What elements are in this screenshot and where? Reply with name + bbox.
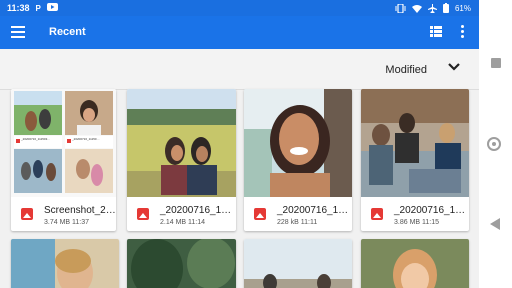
file-thumbnail [11,239,119,288]
status-time: 11:38 [7,3,30,13]
file-name: _20200716_1… [160,205,232,216]
p-icon: P [35,3,41,13]
file-name: _20200716_1… [394,205,466,216]
file-thumbnail [127,89,236,197]
file-meta: _20200716_1… 228 kB 11:11 [244,199,352,231]
file-card[interactable] [127,239,236,288]
file-info: 3.86 MB 11:15 [394,219,440,226]
file-card[interactable] [361,239,469,288]
list-view-icon[interactable] [430,26,442,37]
file-thumbnail: _20200716_111503… _20200716_11150… [11,89,116,197]
back-icon[interactable] [490,218,500,230]
recents-icon[interactable] [491,58,501,68]
image-file-icon [21,208,33,220]
sort-bar: Modified [0,49,479,90]
file-card[interactable]: _20200716_111503… _20200716_11150… Scree… [11,89,116,231]
home-icon[interactable] [487,137,501,151]
mini-file-label: _20200716_111503… [21,137,51,141]
file-card[interactable]: _20200716_1… 3.86 MB 11:15 [361,89,469,231]
app-bar: Recent [0,16,479,49]
battery-icon [442,3,449,13]
airplane-icon [427,3,437,13]
file-thumbnail [361,89,469,197]
file-info: 3.74 MB 11:37 [44,219,90,226]
image-file-icon [371,208,383,220]
status-right: 61% [395,0,471,16]
more-vert-icon[interactable] [461,25,465,39]
file-card[interactable] [244,239,352,288]
sort-label[interactable]: Modified [385,64,427,76]
file-meta: _20200716_1… 3.86 MB 11:15 [361,199,469,231]
chevron-down-icon[interactable] [447,62,461,72]
file-name: Screenshot_2… [44,205,116,216]
battery-level: 61% [454,3,471,13]
mini-file-label: _20200716_11150… [72,137,100,141]
page-title: Recent [49,26,86,38]
file-name: _20200716_1… [277,205,349,216]
vibrate-icon [395,3,406,13]
wifi-icon [411,4,422,13]
file-info: 2.14 MB 11:14 [160,219,206,226]
image-file-icon [254,208,266,220]
file-info: 228 kB 11:11 [277,219,318,226]
status-bar: 11:38 P 61% [0,0,479,16]
image-file-icon [137,208,149,220]
file-meta: _20200716_1… 2.14 MB 11:14 [127,199,236,231]
file-thumbnail [127,239,236,288]
file-meta: Screenshot_2… 3.74 MB 11:37 [11,199,116,231]
file-thumbnail [361,239,469,288]
file-card[interactable]: _20200716_1… 228 kB 11:11 [244,89,352,231]
youtube-icon [46,3,58,13]
file-thumbnail [244,89,352,197]
file-thumbnail [244,239,352,288]
hamburger-menu-icon[interactable] [11,26,25,38]
file-card[interactable] [11,239,119,288]
file-card[interactable]: _20200716_1… 2.14 MB 11:14 [127,89,236,231]
app-screen: 11:38 P 61% Recent Modified _20200716_11… [0,0,479,288]
